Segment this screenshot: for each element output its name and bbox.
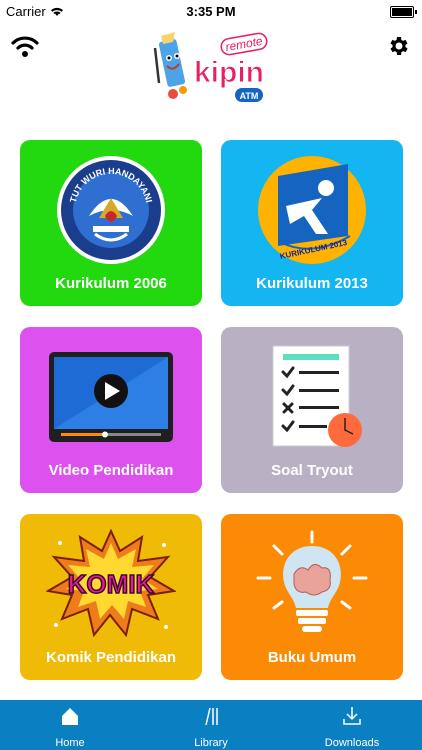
home-icon: [62, 708, 78, 725]
lightbulb-brain-icon: [256, 530, 368, 632]
tab-home-label: Home: [55, 737, 85, 749]
tab-downloads[interactable]: Downloads: [282, 700, 422, 750]
category-grid: TUT WURI HANDAYANI Kurikulum 2006 KURIKU…: [0, 0, 422, 700]
tile-label: Buku Umum: [267, 649, 357, 666]
tab-library-label: Library: [194, 737, 228, 749]
library-icon: [205, 707, 218, 726]
bottom-tab-bar: Home Library Downloads: [0, 700, 422, 750]
tab-library[interactable]: Library: [141, 700, 281, 750]
tile-buku-umum[interactable]: Buku Umum: [221, 514, 403, 680]
tut-wuri-handayani-emblem-icon: TUT WURI HANDAYANI: [57, 156, 165, 264]
tile-label: Kurikulum 2013: [256, 275, 368, 292]
tile-komik-pendidikan[interactable]: KOMIK Komik Pendidikan: [20, 514, 202, 680]
checklist-clock-icon: [272, 345, 362, 447]
tile-soal-tryout[interactable]: Soal Tryout: [221, 327, 403, 493]
kurikulum-2013-logo-icon: KURIKULUM 2013: [258, 156, 366, 264]
tile-kurikulum-2006[interactable]: TUT WURI HANDAYANI Kurikulum 2006: [20, 140, 202, 306]
tile-video-pendidikan[interactable]: Video Pendidikan: [20, 327, 202, 493]
download-icon: [343, 707, 361, 725]
tile-label: Komik Pendidikan: [45, 649, 177, 666]
komik-burst-icon: KOMIK: [46, 529, 176, 638]
tab-downloads-label: Downloads: [324, 737, 380, 749]
tile-label: Video Pendidikan: [48, 462, 174, 479]
komik-burst-text: KOMIK: [68, 569, 155, 599]
tab-home[interactable]: Home: [0, 700, 140, 750]
tile-kurikulum-2013[interactable]: KURIKULUM 2013 Kurikulum 2013: [221, 140, 403, 306]
tile-label: Kurikulum 2006: [55, 275, 167, 292]
video-player-icon: [49, 352, 173, 442]
tile-label: Soal Tryout: [271, 462, 353, 479]
